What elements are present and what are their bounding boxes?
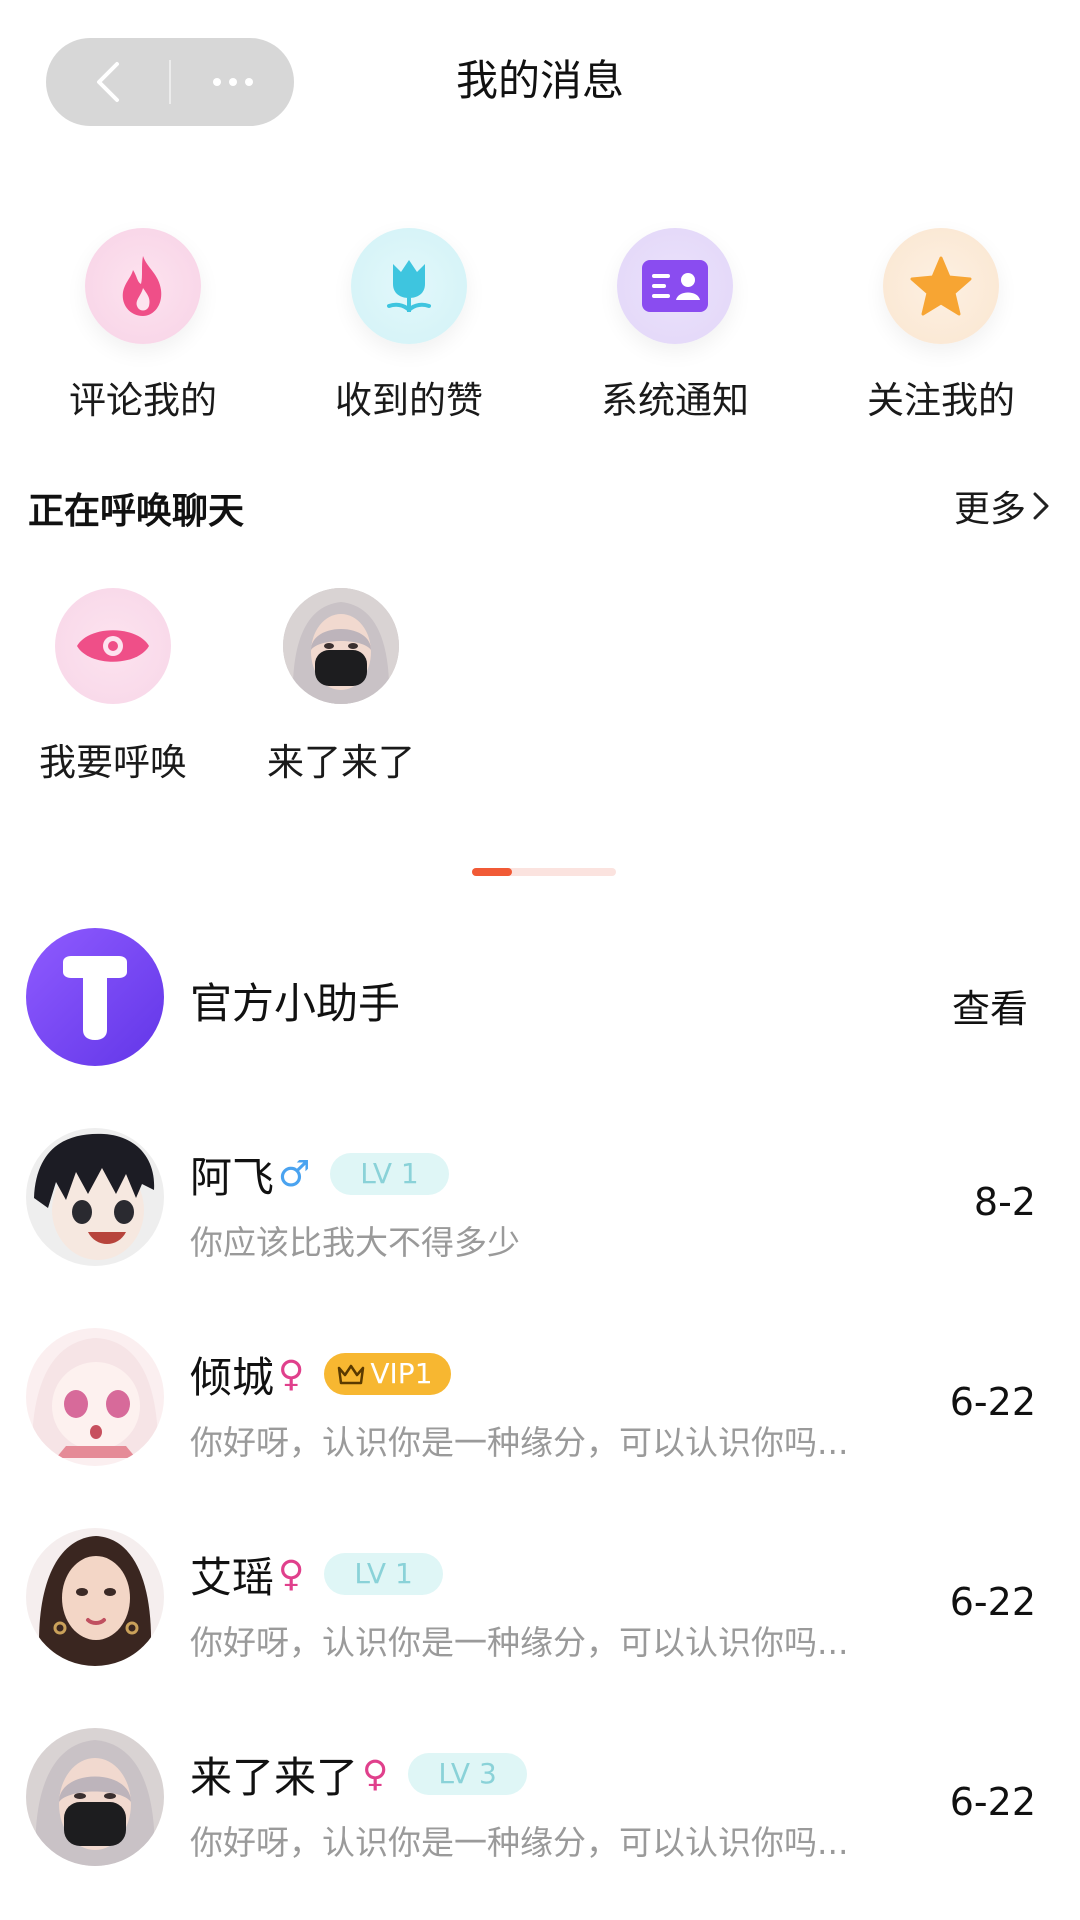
chat-date: 6-22 — [949, 1580, 1036, 1624]
quick-action-system-notice[interactable]: 系统通知 — [542, 228, 808, 424]
female-icon: ♀ — [278, 1353, 305, 1395]
official-assistant-row[interactable]: 官方小助手 查看 — [0, 928, 1080, 1068]
female-icon: ♀ — [362, 1753, 389, 1795]
chat-date: 8-2 — [973, 1180, 1036, 1224]
summon-item-label: 我要呼唤 — [39, 741, 187, 784]
chat-preview: 你应该比我大不得多少 — [190, 1223, 520, 1262]
quick-action-label: 关注我的 — [867, 379, 1015, 422]
official-assistant-name: 官方小助手 — [190, 979, 401, 1028]
chat-date: 6-22 — [949, 1780, 1036, 1824]
male-icon: ♂ — [278, 1153, 311, 1195]
chat-name-row: 阿飞 ♂ LV 1 — [190, 1146, 449, 1202]
vip-badge: VIP1 — [324, 1353, 451, 1395]
avatar — [26, 1728, 164, 1866]
star-icon-circle — [883, 228, 999, 344]
id-card-icon-circle — [617, 228, 733, 344]
quick-action-label: 评论我的 — [69, 379, 217, 422]
level-badge: LV 1 — [330, 1153, 449, 1195]
chat-date: 6-22 — [949, 1380, 1036, 1424]
chevron-right-icon — [1033, 492, 1049, 520]
chat-row[interactable]: 倾城 ♀ VIP1 你好呀，认识你是一种缘分，可以认识你吗... 6-22 — [0, 1328, 1080, 1478]
chat-username: 来了来了 — [190, 1752, 359, 1802]
page-indicator-active — [472, 868, 512, 876]
more-link[interactable]: 更多 — [954, 480, 1050, 532]
summon-item-user[interactable]: 来了来了 — [246, 588, 436, 786]
avatar — [283, 588, 399, 704]
summon-section-title: 正在呼唤聊天 — [28, 491, 245, 532]
chat-name-row: 倾城 ♀ VIP1 — [190, 1346, 451, 1402]
id-card-icon — [642, 260, 708, 312]
chat-name-row: 艾瑶 ♀ LV 1 — [190, 1546, 443, 1602]
vip-badge-label: VIP1 — [370, 1357, 433, 1390]
tulip-icon — [387, 260, 431, 312]
page-indicator — [472, 868, 616, 876]
eye-icon-circle — [55, 588, 171, 704]
chat-username: 倾城 — [190, 1352, 275, 1402]
tulip-icon-circle — [351, 228, 467, 344]
more-label: 更多 — [953, 489, 1026, 530]
flame-icon-circle — [85, 228, 201, 344]
summon-item-call[interactable]: 我要呼唤 — [18, 588, 208, 786]
chat-row[interactable]: 艾瑶 ♀ LV 1 你好呀，认识你是一种缘分，可以认识你吗... 6-22 — [0, 1528, 1080, 1678]
chat-row[interactable]: 来了来了 ♀ LV 3 你好呀，认识你是一种缘分，可以认识你吗... 6-22 — [0, 1728, 1080, 1878]
quick-action-comments[interactable]: 评论我的 — [10, 228, 276, 424]
top-bar: 我的消息 — [0, 0, 1080, 160]
eye-icon — [77, 630, 149, 662]
flame-icon — [122, 256, 162, 316]
chat-row[interactable]: 阿飞 ♂ LV 1 你应该比我大不得多少 8-2 — [0, 1128, 1080, 1278]
quick-action-label: 系统通知 — [601, 379, 749, 422]
female-icon: ♀ — [278, 1553, 305, 1595]
level-badge: LV 3 — [408, 1753, 527, 1795]
summon-item-label: 来了来了 — [267, 741, 415, 784]
avatar — [26, 1328, 164, 1466]
chat-preview: 你好呀，认识你是一种缘分，可以认识你吗... — [190, 1623, 849, 1662]
chat-preview: 你好呀，认识你是一种缘分，可以认识你吗... — [190, 1823, 849, 1862]
quick-action-label: 收到的赞 — [335, 379, 483, 422]
page-title: 我的消息 — [455, 56, 624, 105]
avatar — [26, 1128, 164, 1266]
official-assistant-avatar — [26, 928, 164, 1066]
quick-action-likes[interactable]: 收到的赞 — [276, 228, 542, 424]
star-icon — [910, 256, 972, 316]
chat-preview: 你好呀，认识你是一种缘分，可以认识你吗... — [190, 1423, 849, 1462]
quick-actions: 评论我的 收到的赞 系统通知 关注我的 — [0, 228, 1080, 428]
chat-username: 阿飞 — [190, 1152, 275, 1202]
avatar — [26, 1528, 164, 1666]
quick-action-followers[interactable]: 关注我的 — [808, 228, 1074, 424]
crown-icon — [338, 1364, 365, 1385]
view-button[interactable]: 查看 — [952, 978, 1028, 1033]
chat-name-row: 来了来了 ♀ LV 3 — [190, 1746, 527, 1802]
t-logo-icon — [63, 956, 127, 1040]
chat-username: 艾瑶 — [190, 1552, 275, 1602]
level-badge: LV 1 — [324, 1553, 443, 1595]
